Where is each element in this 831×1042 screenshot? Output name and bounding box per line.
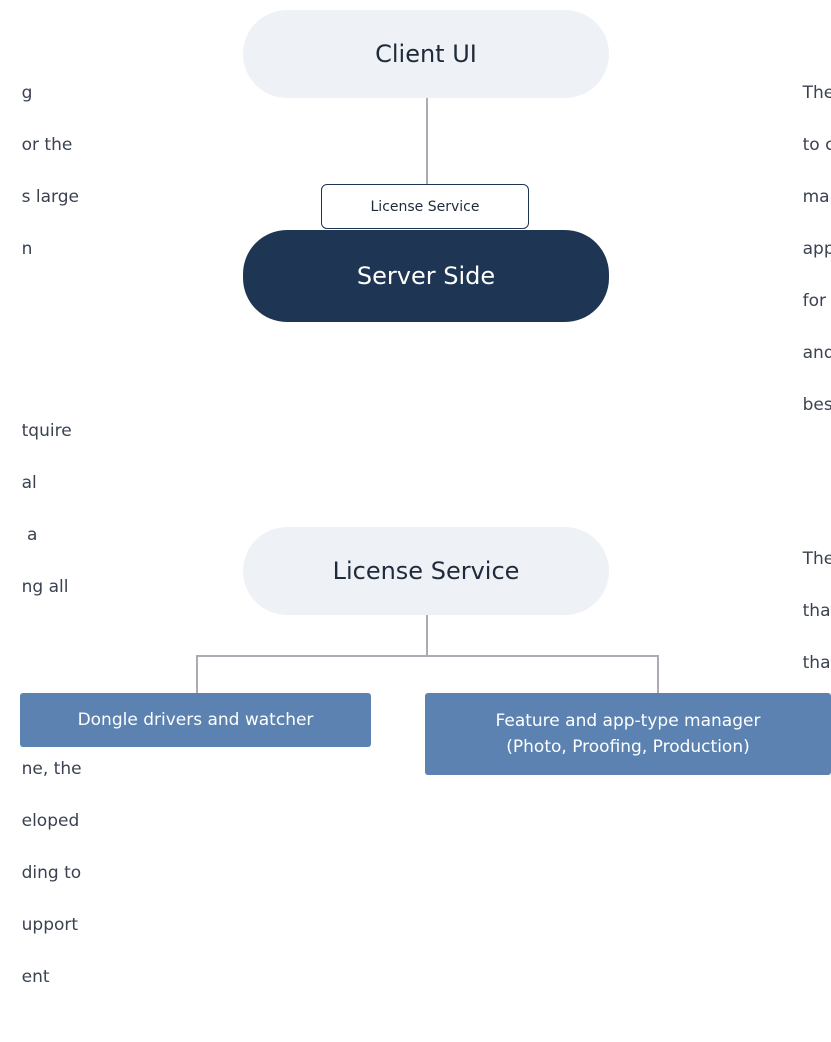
client-ui-node: Client UI bbox=[243, 10, 609, 98]
license-service-tag-label: License Service bbox=[370, 198, 480, 215]
dongle-drivers-label: Dongle drivers and watcher bbox=[77, 710, 314, 730]
left-line: ding to bbox=[21, 863, 82, 883]
feature-manager-line-2: (Photo, Proofing, Production) bbox=[506, 737, 750, 757]
right-line: that bbox=[802, 653, 831, 673]
right-line: man bbox=[802, 187, 831, 207]
left-line: s large bbox=[21, 187, 79, 207]
left-line: eloped bbox=[21, 811, 80, 831]
left-line: n bbox=[21, 239, 33, 259]
branch-left-connector bbox=[196, 655, 198, 693]
left-line: g bbox=[21, 83, 33, 103]
right-line: best bbox=[802, 395, 831, 415]
left-paragraph-2: tquire al a ng all bbox=[0, 392, 100, 626]
left-line: ne, the bbox=[21, 759, 82, 779]
right-line: Ther bbox=[802, 549, 831, 569]
left-line: or the bbox=[21, 135, 73, 155]
client-ui-label: Client UI bbox=[375, 40, 477, 68]
server-side-label: Server Side bbox=[356, 262, 496, 290]
feature-manager-line-1: Feature and app-type manager bbox=[495, 711, 761, 731]
left-paragraph-1: g or the s large n bbox=[0, 54, 100, 288]
license-service-label: License Service bbox=[332, 557, 520, 585]
license-down-connector bbox=[426, 615, 428, 655]
left-line: a bbox=[21, 525, 38, 545]
right-line: The bbox=[802, 83, 831, 103]
server-side-node: Server Side bbox=[243, 230, 609, 322]
left-line: ent bbox=[21, 967, 50, 987]
left-line: upport bbox=[21, 915, 79, 935]
feature-manager-box: Feature and app-type manager (Photo, Pro… bbox=[425, 693, 831, 775]
right-line: and bbox=[802, 343, 831, 363]
right-line: to cr bbox=[802, 135, 831, 155]
left-text-column: g or the s large n tquire al a ng all ne… bbox=[0, 2, 100, 1042]
left-paragraph-3: ne, the eloped ding to upport ent bbox=[0, 730, 100, 1016]
left-line: ng all bbox=[21, 577, 69, 597]
left-line: tquire bbox=[21, 421, 72, 441]
branch-horizontal-connector bbox=[196, 655, 658, 657]
branch-right-connector bbox=[657, 655, 659, 693]
license-service-node: License Service bbox=[243, 527, 609, 615]
right-line: that bbox=[802, 601, 831, 621]
left-line: al bbox=[21, 473, 37, 493]
right-line: appl bbox=[802, 239, 831, 259]
right-paragraph-1: The to cr man appl for s and best bbox=[781, 54, 831, 444]
client-server-connector bbox=[426, 98, 428, 184]
right-line: for s bbox=[802, 291, 826, 311]
license-service-tag: License Service bbox=[321, 184, 529, 229]
dongle-drivers-box: Dongle drivers and watcher bbox=[20, 693, 371, 747]
